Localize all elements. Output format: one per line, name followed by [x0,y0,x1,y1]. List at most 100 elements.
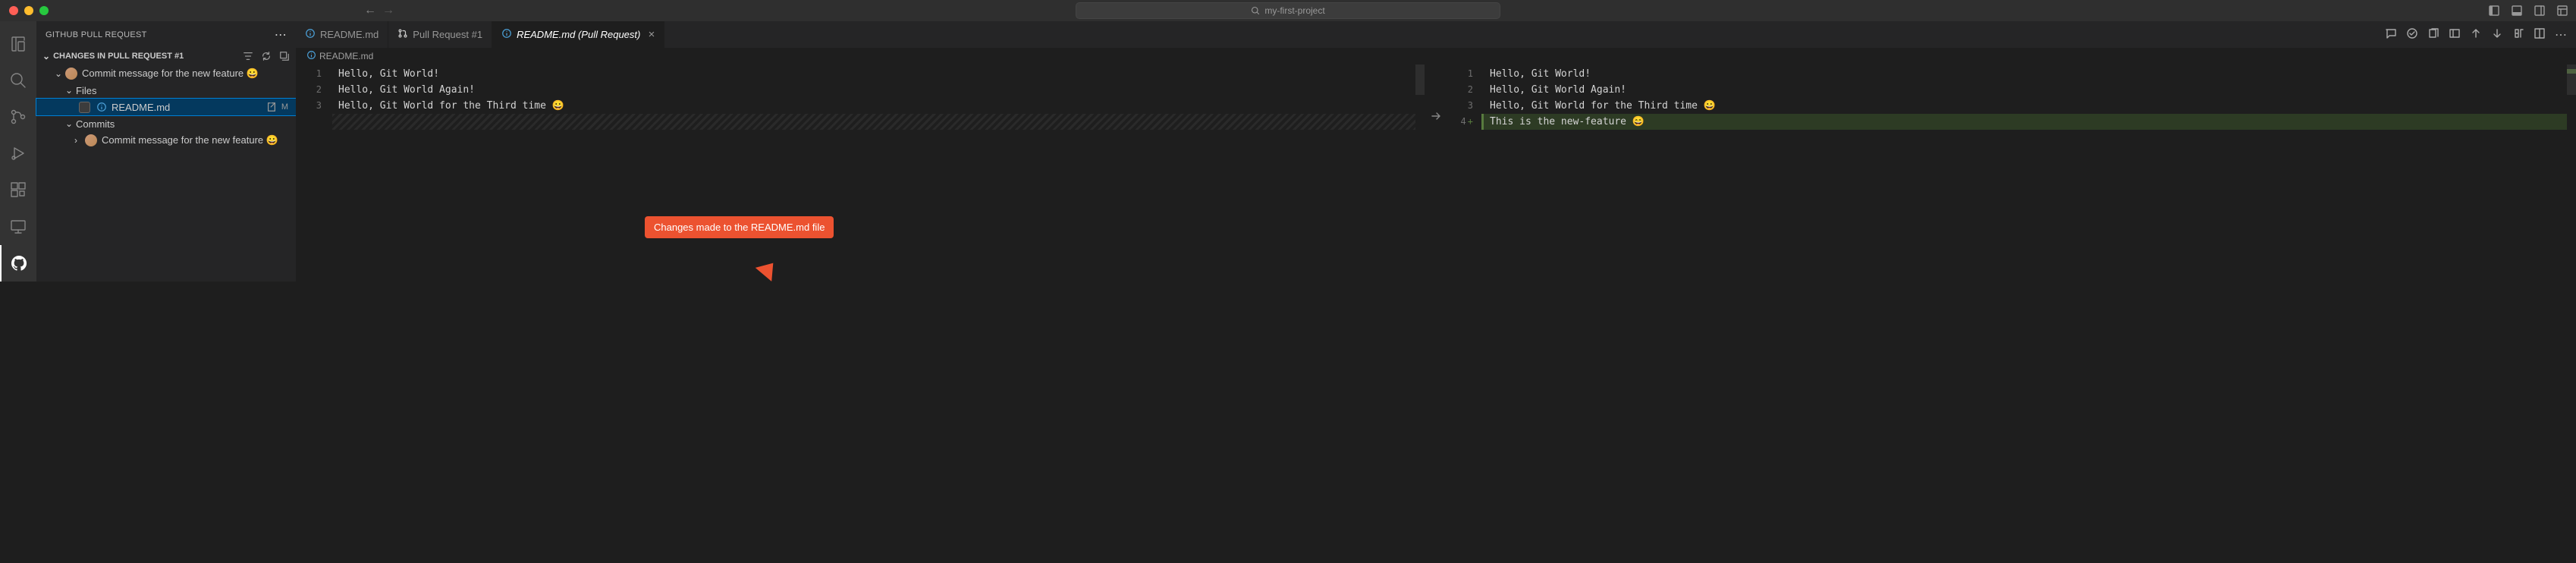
check-circle-icon[interactable] [2406,27,2418,39]
filter-icon[interactable] [243,51,253,61]
chevron-down-icon: ⌄ [65,118,76,129]
checkbox[interactable] [79,102,90,113]
breadcrumb[interactable]: README.md [296,48,2576,64]
nav-forward-icon[interactable]: → [382,4,394,17]
comment-icon[interactable] [2385,27,2397,39]
git-pr-icon [397,28,408,41]
extensions-icon[interactable] [0,171,36,208]
line-number: 1 [296,66,332,82]
breadcrumb-label: README.md [319,51,373,61]
tab-label: README.md [320,29,379,40]
commits-group-row[interactable]: ⌄ Commits [36,115,296,132]
avatar [85,134,97,146]
sidebar-panel: GITHUB PULL REQUEST ⋯ ⌄ CHANGES IN PULL … [36,21,296,282]
nav-back-icon[interactable]: ← [364,4,376,17]
remote-icon[interactable] [0,208,36,244]
section-header-changes[interactable]: ⌄ CHANGES IN PULL REQUEST #1 [36,49,296,64]
line-number: 3 [296,98,332,114]
titlebar: ← → my-first-project [0,0,2576,21]
copy-icon[interactable] [2427,27,2439,39]
toggle-secondary-sidebar-icon[interactable] [2534,5,2546,17]
search-icon [1251,6,1260,15]
section-title-label: CHANGES IN PULL REQUEST #1 [53,52,184,61]
file-row-readme[interactable]: README.md M [36,99,296,115]
line-number: 2 [1447,82,1484,98]
tab-label: README.md (Pull Request) [517,29,640,40]
open-file-icon[interactable] [266,102,277,112]
arrow-right-icon[interactable] [1430,110,1442,122]
commits-label: Commits [76,118,115,130]
customize-layout-icon[interactable] [2556,5,2568,17]
minimap-right[interactable] [2567,64,2576,282]
files-label: Files [76,85,96,96]
minimize-window-icon[interactable] [24,6,33,15]
minimap-left[interactable] [1415,64,1425,282]
chevron-right-icon: › [74,135,85,146]
line-gutter-right: 1 2 3 4 [1447,64,1484,282]
nav-arrows: ← → [364,4,394,17]
code-line: Hello, Git World for the Third time 😀 [1484,98,2567,114]
hatch-placeholder [332,114,1415,130]
sidebar-title: GITHUB PULL REQUEST ⋯ [36,21,296,49]
chevron-down-icon: ⌄ [42,51,50,61]
commit-message-label: Commit message for the new feature 😀 [102,134,278,146]
whitespace-icon[interactable] [2512,27,2524,39]
info-file-icon [96,102,107,112]
code-line-added: This is the new-feature 😄 [1481,114,2567,130]
close-tab-icon[interactable]: × [648,28,655,41]
refresh-icon[interactable] [261,51,272,61]
run-debug-icon[interactable] [0,135,36,171]
open-change-icon[interactable] [2449,27,2461,39]
commit-item-row[interactable]: › Commit message for the new feature 😀 [36,132,296,149]
sidebar-tree: ⌄ Commit message for the new feature 😀 ⌄… [36,64,296,150]
tab-readme[interactable]: README.md [296,21,388,48]
info-file-icon [501,28,512,41]
sidebar-title-label: GITHUB PULL REQUEST [46,30,147,39]
toggle-panel-icon[interactable] [2511,5,2523,17]
diff-editor: 1 2 3 Hello, Git World! Hello, Git World… [296,64,2576,282]
diff-divider [1425,64,1447,282]
tabs-row: README.md Pull Request #1 README.md (Pul… [296,21,2576,48]
github-pr-activity-icon[interactable] [0,245,36,282]
split-editor-icon[interactable] [2534,27,2546,39]
code-line: Hello, Git World! [1484,66,2567,82]
code-right: Hello, Git World! Hello, Git World Again… [1484,64,2567,282]
annotation-callout: Changes made to the README.md file [645,201,834,238]
command-center-search[interactable]: my-first-project [1076,2,1500,19]
code-line: Hello, Git World Again! [1484,82,2567,98]
commit-message-label: Commit message for the new feature 😀 [82,68,259,80]
sidebar-more-icon[interactable]: ⋯ [275,27,287,42]
source-control-icon[interactable] [0,99,36,135]
chevron-down-icon: ⌄ [65,85,76,96]
editor-area: README.md Pull Request #1 README.md (Pul… [296,21,2576,282]
maximize-window-icon[interactable] [39,6,49,15]
explorer-icon[interactable] [0,26,36,62]
section-header-actions [243,51,290,61]
files-group-row[interactable]: ⌄ Files [36,82,296,99]
file-badges: M [266,102,296,112]
info-file-icon [306,50,316,62]
commit-row[interactable]: ⌄ Commit message for the new feature 😀 [36,65,296,82]
info-file-icon [305,28,316,41]
tab-actions: ⋯ [2385,27,2576,42]
search-text: my-first-project [1264,5,1324,16]
tab-readme-pr[interactable]: README.md (Pull Request) × [492,21,664,48]
code-line: Hello, Git World for the Third time 😀 [332,98,1415,114]
close-window-icon[interactable] [9,6,18,15]
file-name-label: README.md [112,102,170,113]
search-activity-icon[interactable] [0,62,36,99]
tab-pull-request[interactable]: Pull Request #1 [388,21,492,48]
diff-left-pane[interactable]: 1 2 3 Hello, Git World! Hello, Git World… [296,64,1425,282]
tab-label: Pull Request #1 [413,29,482,40]
window-controls [0,6,49,15]
toggle-primary-sidebar-icon[interactable] [2488,5,2500,17]
code-left: Hello, Git World! Hello, Git World Again… [332,64,1415,282]
code-line: Hello, Git World! [332,66,1415,82]
collapse-icon[interactable] [279,51,290,61]
arrow-down-icon[interactable] [2491,27,2503,39]
more-actions-icon[interactable]: ⋯ [2555,27,2567,42]
diff-right-pane[interactable]: 1 2 3 4 Hello, Git World! Hello, Git Wor… [1447,64,2576,282]
arrow-up-icon[interactable] [2470,27,2482,39]
line-number: 4 [1447,114,1484,130]
line-gutter-left: 1 2 3 [296,64,332,282]
